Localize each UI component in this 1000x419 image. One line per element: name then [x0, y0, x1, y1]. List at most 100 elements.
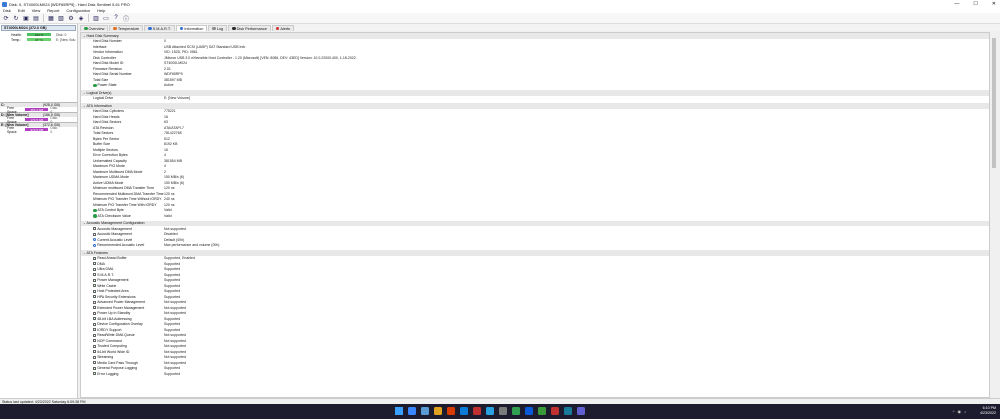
- disk-header[interactable]: ST4000LM024 (372.6 GB): [1, 25, 76, 31]
- refresh-icon[interactable]: ⟳: [2, 14, 10, 22]
- property-name-cell: Power Up In Standby: [81, 311, 164, 315]
- property-value: Not supported: [164, 300, 186, 305]
- property-value: Default (00h): [164, 237, 185, 242]
- section-title: Logical Drive(s): [86, 90, 112, 95]
- wifi-icon[interactable]: ◉: [958, 409, 962, 414]
- disk-size: (372.6 GB): [28, 26, 47, 30]
- scrollbar-thumb[interactable]: [992, 38, 996, 168]
- property-value: Not supported: [164, 226, 186, 231]
- chevron-down-icon[interactable]: ⌄: [83, 34, 86, 38]
- volume-icon[interactable]: ♪: [964, 409, 966, 414]
- taskbar-app-icon[interactable]: [460, 407, 468, 415]
- free-space-bar: 174.5 GB: [25, 118, 49, 122]
- taskbar: ^ ◉ ♪ 6:10 PM 4/23/2022: [0, 404, 1000, 419]
- property-name-cell: Recommended Acoustic Level: [81, 243, 164, 247]
- save-icon[interactable]: ▣: [22, 14, 30, 22]
- property-value: Not supported: [164, 344, 186, 349]
- vertical-scrollbar[interactable]: [991, 32, 997, 398]
- tab-label: Temperature: [117, 26, 140, 31]
- panel-gap: [0, 42, 77, 102]
- property-name-cell: ✓ Host Protected Area: [81, 289, 164, 293]
- tab-disk-performance[interactable]: Disk Performance: [228, 25, 271, 31]
- property-name-cell: Logical Drive: [81, 96, 164, 100]
- tab-information[interactable]: Information: [175, 25, 208, 31]
- info-icon[interactable]: ⓘ: [122, 14, 130, 23]
- help-icon[interactable]: ?: [112, 14, 120, 22]
- tab-icon: [84, 26, 88, 31]
- start-button[interactable]: [395, 407, 403, 415]
- property-name-cell: Multiple Sectors: [81, 148, 164, 152]
- chevron-down-icon[interactable]: ⌄: [83, 91, 86, 95]
- property-value: 63: [164, 120, 168, 125]
- taskbar-app-icon[interactable]: [408, 407, 416, 415]
- property-name-cell: Interface: [81, 45, 164, 49]
- property-name: Error Logging: [97, 371, 119, 376]
- property-value: Not supported: [164, 338, 186, 343]
- free-space-value: 451.2 GB: [30, 107, 44, 112]
- minimize-button[interactable]: —: [954, 1, 959, 7]
- property-value: 150 MB/s (6): [164, 175, 185, 180]
- tray-chevron-icon[interactable]: ^: [953, 409, 955, 414]
- taskbar-app-icon[interactable]: [486, 407, 494, 415]
- taskbar-app-icon[interactable]: [538, 407, 546, 415]
- property-name: Hard Disk Model ID: [93, 61, 124, 66]
- taskbar-app-icon[interactable]: [577, 407, 585, 415]
- health-bar: 100 %: [27, 33, 51, 37]
- property-value: 2.01: [164, 66, 171, 71]
- chevron-down-icon[interactable]: ⌄: [83, 251, 86, 255]
- maximize-button[interactable]: ☐: [973, 1, 977, 7]
- tab-overview[interactable]: Overview: [80, 25, 109, 31]
- property-name: Streaming: [97, 355, 114, 360]
- property-name-cell: Acoustic Management: [81, 232, 164, 236]
- temp-value: 37 °C: [35, 37, 43, 42]
- taskbar-app-icon[interactable]: [512, 407, 520, 415]
- ok-status-icon: [93, 214, 97, 218]
- property-name: ATA Revision: [93, 125, 114, 130]
- taskbar-app-icon[interactable]: [499, 407, 507, 415]
- surface-test-icon[interactable]: ▧: [57, 14, 65, 22]
- clock[interactable]: 6:10 PM 4/23/2022: [980, 406, 996, 416]
- disk-icon[interactable]: ▥: [92, 14, 100, 22]
- property-value: 4: [164, 153, 166, 158]
- tab-s-m-a-r-t[interactable]: S.M.A.R.T.: [144, 25, 175, 31]
- property-name: ATA Checksum Value: [97, 213, 131, 218]
- checked-checkbox-icon: ✓: [93, 322, 97, 327]
- property-value: 150 MB/s (6): [164, 180, 185, 185]
- unchecked-checkbox-icon: [93, 339, 97, 343]
- property-value: Supported: [164, 316, 181, 321]
- tab-label: Alerts: [280, 26, 291, 31]
- property-name-cell: Active UDMA Mode: [81, 181, 164, 185]
- monitor-icon[interactable]: ▭: [102, 14, 110, 22]
- toolbar-divider: [88, 14, 89, 22]
- taskbar-app-icon[interactable]: [564, 407, 572, 415]
- tab-log[interactable]: Log: [208, 25, 228, 31]
- taskbar-app-icon[interactable]: [434, 407, 442, 415]
- property-value: 16: [164, 147, 168, 152]
- tab-alerts[interactable]: Alerts: [271, 25, 295, 31]
- chevron-down-icon[interactable]: ⌄: [83, 104, 86, 108]
- taskbar-app-icon[interactable]: [525, 407, 533, 415]
- property-name: Minimum PIO Transfer Time With IORDY: [93, 202, 157, 207]
- chevron-down-icon[interactable]: ⌄: [83, 221, 86, 225]
- property-value: 0: [164, 39, 166, 44]
- taskbar-app-icon[interactable]: [473, 407, 481, 415]
- property-value: 2: [164, 169, 166, 174]
- information-panel: ⌄ Hard Disk Summary Hard Disk Number 0 Inter…: [80, 32, 990, 398]
- property-name: Write Cache: [97, 283, 117, 288]
- tab-temperature[interactable]: Temperature: [109, 25, 144, 31]
- settings-icon[interactable]: ⚙: [67, 14, 75, 22]
- property-value: ATA/ATAPI-7: [164, 125, 184, 130]
- close-button[interactable]: ✕: [992, 1, 996, 7]
- property-value: Supported: [164, 272, 181, 277]
- taskbar-app-icon[interactable]: [551, 407, 559, 415]
- property-value: Not supported: [164, 360, 186, 365]
- refresh-all-icon[interactable]: ↻: [12, 14, 20, 22]
- taskbar-app-icon[interactable]: [421, 407, 429, 415]
- property-value: Supported, Enabled: [164, 256, 195, 261]
- test-icon[interactable]: ▦: [47, 14, 55, 22]
- health-disk: Disk: 0: [56, 32, 67, 37]
- alert-icon[interactable]: ◈: [77, 14, 85, 22]
- report-icon[interactable]: ▤: [32, 14, 40, 22]
- taskbar-app-icon[interactable]: [447, 407, 455, 415]
